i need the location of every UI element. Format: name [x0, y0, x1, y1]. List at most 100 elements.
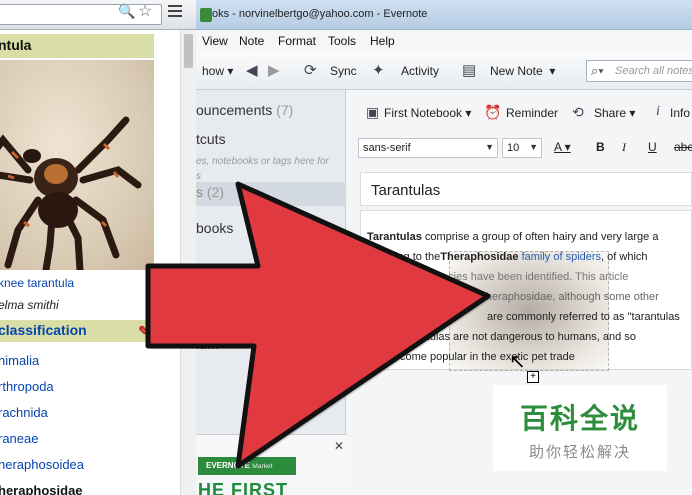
edit-pencil-icon[interactable]: ✎ [138, 323, 150, 340]
reminder-button[interactable]: Reminder [506, 106, 558, 120]
info-icon[interactable]: i [656, 104, 660, 120]
watermark: 百科全说 助你轻松解决 [493, 385, 667, 471]
search-icon: ⌕▾ [591, 63, 604, 78]
info-button[interactable]: Info [670, 106, 690, 120]
scrollbar-thumb[interactable] [184, 34, 193, 68]
share-icon[interactable]: ⟲ [572, 104, 584, 121]
classification-header[interactable]: classification ✎ [0, 320, 154, 342]
taxon-family: heraphosidae [0, 483, 83, 495]
italic-button[interactable]: I [622, 140, 626, 155]
ad-headline: HE FIRST [198, 480, 289, 495]
activity-button[interactable]: Activity [401, 64, 439, 78]
share-label: Share [594, 106, 627, 120]
evernote-app-icon [200, 8, 212, 22]
copy-plus-icon: + [527, 371, 539, 383]
watermark-subtitle: 助你轻松解决 [528, 444, 631, 461]
note-line-6: r tarantulas are not dangerous to humans… [395, 331, 636, 343]
zoom-icon[interactable]: 🔍 [118, 3, 135, 20]
browser-menu-icon[interactable] [168, 5, 182, 19]
window-title: oks - norvinelbertgo@yahoo.com - Evernot… [212, 8, 428, 20]
market-ad[interactable]: ✕ EVERNOTE Market HE FIRST [196, 434, 346, 495]
notebook-icon[interactable]: ▣ [366, 104, 379, 121]
reminder-icon[interactable]: ⏰ [484, 104, 501, 121]
note-text: Tarantulas comprise a group of often hai… [367, 227, 692, 367]
note-title-field[interactable]: Tarantulas [360, 172, 692, 206]
bookmark-star-icon[interactable]: ☆ [138, 1, 152, 21]
note-line-7: ave become popular in the exotic pet tra… [367, 351, 575, 363]
back-arrow-icon[interactable]: ◀ [246, 61, 258, 79]
taxon-order[interactable]: raneae [0, 426, 84, 452]
main-toolbar: how ▾ ◀ ▶ ⟳ Sync ✦ Activity ▤ New Note ▾… [196, 52, 692, 90]
wikipedia-page: ntula knee tarantula elma smithi classif… [0, 30, 180, 495]
notes-label-text: s [196, 184, 203, 200]
shortcuts-hint: es, notebooks or tags here for s [196, 154, 329, 184]
screen: 🔍 ☆ ntula knee tarantula elma smithi cla… [0, 0, 692, 495]
sidebar-item-shortcuts[interactable]: tcuts [196, 131, 226, 147]
image-caption-common-name[interactable]: knee tarantula [0, 276, 74, 290]
image-caption-scientific-name: elma smithi [0, 298, 59, 312]
forward-arrow-icon[interactable]: ▶ [268, 61, 280, 79]
sync-button[interactable]: Sync [330, 64, 357, 78]
font-size-select[interactable]: 10 ▼ [502, 138, 542, 158]
font-family-value: sans-serif [363, 142, 411, 154]
new-note-button[interactable]: New Note ▾ [490, 64, 555, 78]
note-line-1-bold: Tarantulas [367, 231, 422, 243]
note-toolbar: ▣ First Notebook ▾ ⏰ Reminder ⟲ Share ▾ … [346, 90, 692, 136]
shortcuts-hint-line-1: es, notebooks or tags here for [196, 156, 329, 167]
tarantula-image[interactable] [0, 60, 154, 270]
new-note-icon[interactable]: ▤ [462, 61, 476, 79]
font-family-select[interactable]: sans-serif ▼ [358, 138, 498, 158]
taxon-phylum[interactable]: rthropoda [0, 374, 84, 400]
taxon-class[interactable]: rachnida [0, 400, 84, 426]
chevron-down-icon: ▼ [529, 142, 538, 152]
show-dropdown[interactable]: how ▾ [202, 64, 233, 78]
note-line-2-pre: ing to the [395, 251, 441, 263]
menu-bar: View Note Format Tools Help [196, 30, 692, 52]
menu-help[interactable]: Help [370, 34, 395, 48]
market-logo-sub: Market [252, 463, 273, 470]
sidebar-item-notes[interactable]: s (2) [196, 182, 346, 206]
notebook-dropdown[interactable]: First Notebook ▾ [384, 106, 471, 120]
note-body[interactable]: Tarantulas comprise a group of often hai… [360, 210, 692, 383]
note-line-2: ing to theTheraphosidae family of spider… [367, 247, 692, 267]
evernote-market-logo: EVERNOTE Market [198, 457, 296, 475]
menu-note[interactable]: Note [239, 34, 264, 48]
announcements-count: (7) [276, 102, 294, 118]
sidebar-item-premium[interactable]: ium [196, 336, 219, 352]
share-dropdown[interactable]: Share ▾ [594, 106, 635, 120]
bold-button[interactable]: B [596, 140, 605, 154]
activity-icon[interactable]: ✦ [372, 61, 385, 79]
taxon-superfamily[interactable]: heraphosoidea [0, 452, 84, 478]
announcements-label: ouncements [196, 102, 273, 118]
search-placeholder: Search all notes [615, 65, 692, 77]
underline-button[interactable]: U [648, 140, 657, 154]
note-line-5: are commonly referred to as "tarantulas [487, 311, 680, 323]
sync-icon[interactable]: ⟳ [304, 61, 317, 79]
strikethrough-button[interactable]: abc [674, 140, 692, 154]
sidebar-item-announcements[interactable]: ouncements (7) [196, 102, 293, 118]
format-toolbar: sans-serif ▼ 10 ▼ A ▾ B I U abc [358, 138, 692, 160]
note-line-2-bold: Theraphosidae [440, 251, 519, 263]
market-logo-text: EVERNOTE [206, 461, 251, 470]
sidebar-item-notebooks[interactable]: books [196, 220, 233, 236]
spider-family-link[interactable]: family of spiders [519, 251, 601, 263]
note-line-2-post: , of which [601, 251, 648, 263]
window-titlebar[interactable]: oks - norvinelbertgo@yahoo.com - Evernot… [196, 0, 692, 30]
mouse-cursor-icon: ↖ [509, 351, 526, 373]
close-ad-icon[interactable]: ✕ [334, 439, 344, 453]
notebook-label: First Notebook [384, 106, 463, 120]
taxon-kingdom[interactable]: nimalia [0, 348, 84, 374]
infobox-title: ntula [0, 34, 154, 58]
note-line-3: 900 species have been identified. This a… [409, 271, 629, 283]
menu-view[interactable]: View [202, 34, 228, 48]
new-note-label: New Note [490, 64, 543, 78]
browser-window: 🔍 ☆ ntula knee tarantula elma smithi cla… [0, 0, 196, 495]
note-line-4: Theraphosidae, although some other [479, 291, 659, 303]
note-line-1: Tarantulas comprise a group of often hai… [367, 227, 692, 247]
search-input[interactable]: ⌕▾ Search all notes [586, 60, 692, 82]
chevron-down-icon: ▼ [485, 142, 494, 152]
text-color-button[interactable]: A ▾ [554, 140, 571, 154]
menu-format[interactable]: Format [278, 34, 316, 48]
browser-scrollbar[interactable] [180, 30, 196, 495]
menu-tools[interactable]: Tools [328, 34, 356, 48]
